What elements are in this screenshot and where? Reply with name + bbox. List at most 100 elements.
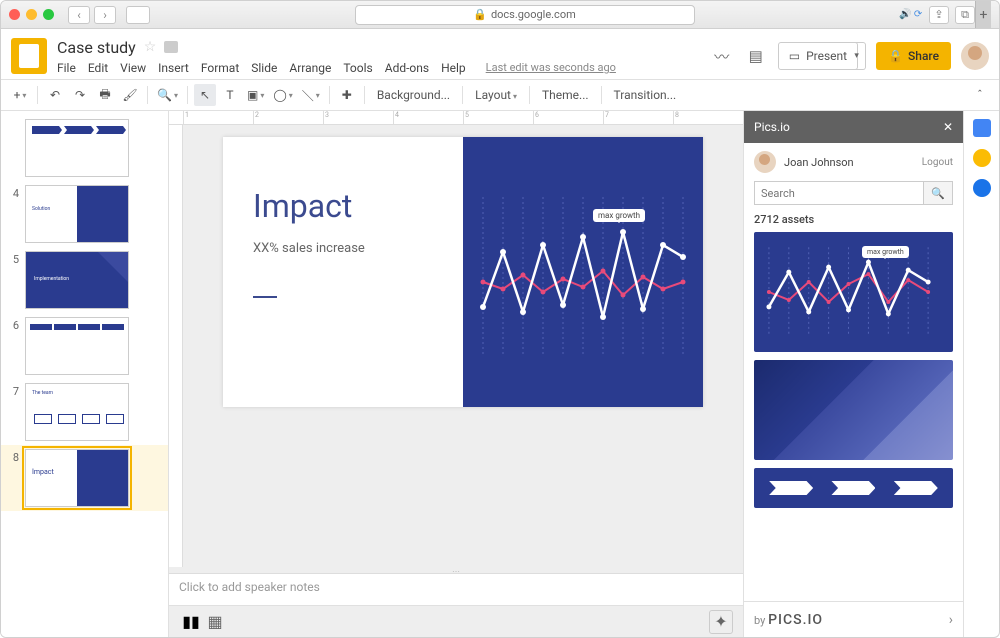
thumbnail-strip[interactable]: 4 Solution 5 Implementation 6: [1, 111, 169, 637]
menu-edit[interactable]: Edit: [88, 61, 108, 75]
thumbnail-active[interactable]: Impact: [25, 449, 129, 507]
main-area: 4 Solution 5 Implementation 6: [1, 111, 999, 637]
slide-subtitle[interactable]: XX% sales increase: [253, 241, 433, 256]
keep-icon[interactable]: [973, 149, 991, 167]
asset-item[interactable]: [754, 468, 953, 508]
nav-buttons: ‹ ›: [68, 6, 116, 24]
share-button[interactable]: 🔒 Share: [876, 42, 951, 70]
url-host: docs.google.com: [491, 8, 576, 21]
asset-item[interactable]: [754, 360, 953, 460]
search-input[interactable]: [754, 181, 923, 205]
app-header: Case study ☆ File Edit View Insert Forma…: [1, 29, 999, 79]
thumbnail[interactable]: [25, 317, 129, 375]
back-button[interactable]: ‹: [68, 6, 90, 24]
menu-tools[interactable]: Tools: [343, 61, 372, 75]
paint-format-button[interactable]: 🖌: [119, 84, 141, 106]
undo-button[interactable]: ↶: [44, 84, 66, 106]
collapse-toolbar-button[interactable]: ˆ: [969, 84, 991, 106]
search-button[interactable]: 🔍: [923, 181, 953, 205]
new-tab-button[interactable]: +: [975, 1, 991, 28]
menu-insert[interactable]: Insert: [158, 61, 189, 75]
calendar-icon[interactable]: [973, 119, 991, 137]
image-tool[interactable]: ▣: [244, 84, 267, 106]
thumbnail[interactable]: Solution: [25, 185, 129, 243]
chart-svg: [463, 137, 703, 407]
tabs-button[interactable]: ⧉: [955, 6, 975, 24]
slide[interactable]: Impact XX% sales increase: [223, 137, 703, 407]
address-bar[interactable]: 🔒 docs.google.com: [150, 5, 899, 25]
thumbnail-row[interactable]: 4 Solution: [1, 181, 168, 247]
thumbnail-row[interactable]: 7 The team: [1, 379, 168, 445]
logout-link[interactable]: Logout: [922, 157, 953, 168]
minimize-window-button[interactable]: [26, 9, 37, 20]
menu-help[interactable]: Help: [441, 61, 466, 75]
browser-window: ‹ › 🔒 docs.google.com 🔊 ⟳ ⇪ ⧉ + Case stu…: [0, 0, 1000, 638]
background-button[interactable]: Background...: [371, 88, 456, 102]
play-icon: ▭: [789, 49, 800, 63]
menu-file[interactable]: File: [57, 61, 76, 75]
asset-item[interactable]: max growth: [754, 232, 953, 352]
present-dropdown[interactable]: ▾: [848, 42, 866, 70]
theme-button[interactable]: Theme...: [536, 88, 595, 102]
next-page-button[interactable]: ›: [949, 612, 953, 628]
textbox-tool[interactable]: T: [219, 84, 241, 106]
thumbnail-row[interactable]: 8 Impact: [1, 445, 168, 511]
chart-annotation: max growth: [593, 209, 645, 222]
activity-icon[interactable]: 〰: [710, 44, 734, 68]
divider: [253, 296, 277, 298]
thumbnail-row[interactable]: 6: [1, 313, 168, 379]
line-tool[interactable]: ＼: [299, 84, 323, 106]
last-edit-link[interactable]: Last edit was seconds ago: [486, 61, 616, 74]
asset-chart-icon: [754, 232, 953, 352]
shape-tool[interactable]: ◯: [270, 84, 295, 106]
select-tool[interactable]: ↖: [194, 84, 216, 106]
slides-logo-icon[interactable]: [11, 38, 47, 74]
menu-slide[interactable]: Slide: [251, 61, 277, 75]
grid-view-button[interactable]: ▦: [203, 610, 227, 634]
window-controls: [9, 9, 54, 20]
star-icon[interactable]: ☆: [144, 39, 157, 55]
doc-title[interactable]: Case study: [57, 38, 136, 57]
canvas[interactable]: Impact XX% sales increase: [183, 125, 743, 567]
sidebar-title: Pics.io: [754, 120, 790, 134]
menu-format[interactable]: Format: [201, 61, 239, 75]
menu-view[interactable]: View: [120, 61, 146, 75]
print-button[interactable]: 🖶: [94, 84, 116, 106]
thumbnail-row[interactable]: 5 Implementation: [1, 247, 168, 313]
zoom-button[interactable]: 🔍: [154, 84, 181, 106]
thumbnail[interactable]: The team: [25, 383, 129, 441]
titlebar: ‹ › 🔒 docs.google.com 🔊 ⟳ ⇪ ⧉ +: [1, 1, 999, 29]
comments-icon[interactable]: ▤: [744, 44, 768, 68]
lock-icon: 🔒: [888, 49, 903, 63]
sidebar-toggle-button[interactable]: [126, 6, 150, 24]
menu-arrange[interactable]: Arrange: [289, 61, 331, 75]
thumbnail[interactable]: Implementation: [25, 251, 129, 309]
asset-grid[interactable]: max growth: [744, 232, 963, 601]
thumbnail[interactable]: [25, 119, 129, 177]
slide-chart[interactable]: max growth: [463, 137, 703, 407]
layout-button[interactable]: Layout: [469, 88, 523, 102]
thumbnail-row[interactable]: [1, 115, 168, 181]
redo-button[interactable]: ↷: [69, 84, 91, 106]
maximize-window-button[interactable]: [43, 9, 54, 20]
forward-button[interactable]: ›: [94, 6, 116, 24]
ruler-vertical: [169, 125, 183, 567]
comment-button[interactable]: ✚: [336, 84, 358, 106]
picsio-sidebar: Pics.io ✕ Joan Johnson Logout 🔍 2712 ass…: [743, 111, 963, 637]
slide-title[interactable]: Impact: [253, 187, 433, 225]
account-avatar[interactable]: [961, 42, 989, 70]
menubar: File Edit View Insert Format Slide Arran…: [57, 61, 710, 75]
filmstrip-view-button[interactable]: ▮▮: [179, 610, 203, 634]
share-browser-button[interactable]: ⇪: [929, 6, 949, 24]
present-button[interactable]: ▭ Present: [778, 42, 858, 70]
move-folder-icon[interactable]: [164, 41, 178, 53]
close-sidebar-button[interactable]: ✕: [943, 120, 953, 134]
tasks-icon[interactable]: [973, 179, 991, 197]
new-slide-button[interactable]: +: [9, 84, 31, 106]
close-window-button[interactable]: [9, 9, 20, 20]
transition-button[interactable]: Transition...: [608, 88, 683, 102]
explore-button[interactable]: ✦: [709, 610, 733, 634]
menu-addons[interactable]: Add-ons: [385, 61, 429, 75]
speaker-notes[interactable]: Click to add speaker notes: [169, 573, 743, 605]
sidebar-footer: by PICS.IO ›: [744, 601, 963, 637]
